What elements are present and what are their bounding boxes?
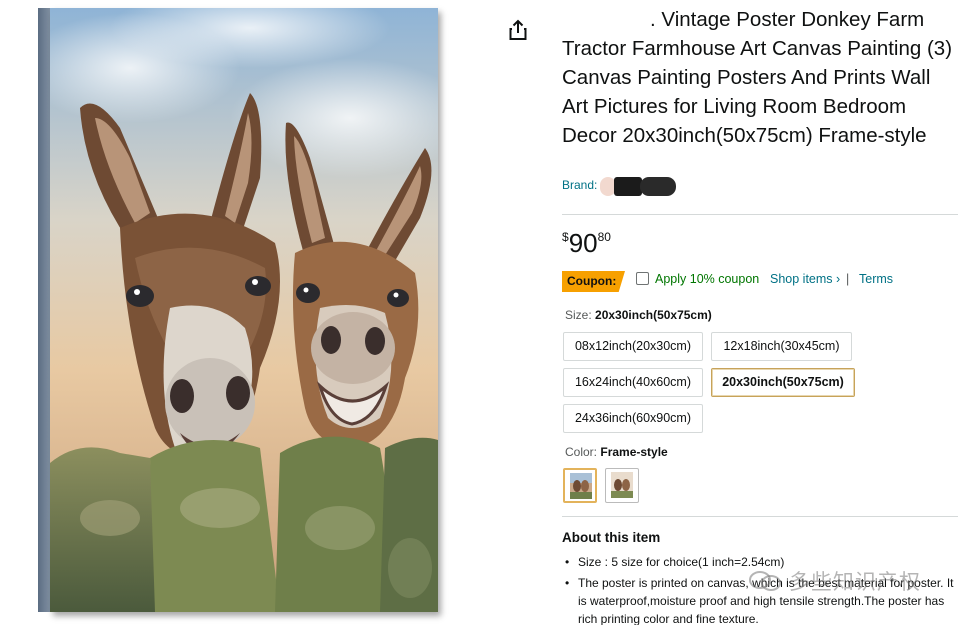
size-option-08x12[interactable]: 08x12inch(20x30cm) bbox=[563, 332, 703, 361]
product-image[interactable] bbox=[38, 8, 438, 612]
about-title: About this item bbox=[562, 530, 661, 545]
coupon-checkbox[interactable] bbox=[636, 272, 649, 285]
coupon-separator: | bbox=[846, 272, 850, 286]
watermark-text: 多些知识产权 bbox=[788, 571, 921, 594]
share-icon[interactable] bbox=[505, 17, 531, 43]
redacted-brand-link[interactable] bbox=[600, 175, 678, 196]
size-option-12x18[interactable]: 12x18inch(30x45cm) bbox=[711, 332, 852, 361]
size-option-20x30[interactable]: 20x30inch(50x75cm) bbox=[711, 368, 855, 397]
size-option-24x36[interactable]: 24x36inch(60x90cm) bbox=[563, 404, 703, 433]
product-title: . Vintage Poster Donkey Farm Tractor Far… bbox=[562, 5, 954, 150]
color-label: Color: Frame-style bbox=[565, 445, 668, 459]
redacted-brand-text bbox=[562, 9, 650, 29]
swatch-thumbnail-icon bbox=[570, 473, 592, 499]
size-label: Size: 20x30inch(50x75cm) bbox=[565, 308, 712, 322]
divider bbox=[562, 214, 958, 215]
coupon-badge: Coupon: bbox=[562, 271, 625, 292]
watermark: 多些知识产权 bbox=[748, 566, 921, 596]
terms-link[interactable]: Terms bbox=[859, 272, 893, 286]
shop-items-link[interactable]: Shop items › bbox=[770, 272, 840, 286]
donkey-painting bbox=[50, 8, 438, 612]
brand-label: Brand: bbox=[562, 178, 598, 192]
color-selected-value: Frame-style bbox=[600, 445, 668, 459]
color-label-text: Color: bbox=[565, 445, 598, 459]
wechat-icon bbox=[749, 571, 781, 591]
price-fraction: 80 bbox=[597, 230, 611, 244]
divider bbox=[562, 516, 958, 517]
size-option-16x24[interactable]: 16x24inch(40x60cm) bbox=[563, 368, 703, 397]
price-whole: 90 bbox=[568, 228, 598, 258]
price: $9080 bbox=[562, 228, 611, 259]
swatch-thumbnail-icon bbox=[611, 472, 633, 498]
size-selected-value: 20x30inch(50x75cm) bbox=[595, 308, 712, 322]
coupon-apply-text[interactable]: Apply 10% coupon bbox=[655, 272, 759, 286]
color-swatch-frame-style[interactable] bbox=[563, 468, 597, 503]
color-swatch-alt[interactable] bbox=[605, 468, 639, 503]
price-symbol: $ bbox=[562, 230, 569, 244]
size-label-text: Size: bbox=[565, 308, 592, 322]
